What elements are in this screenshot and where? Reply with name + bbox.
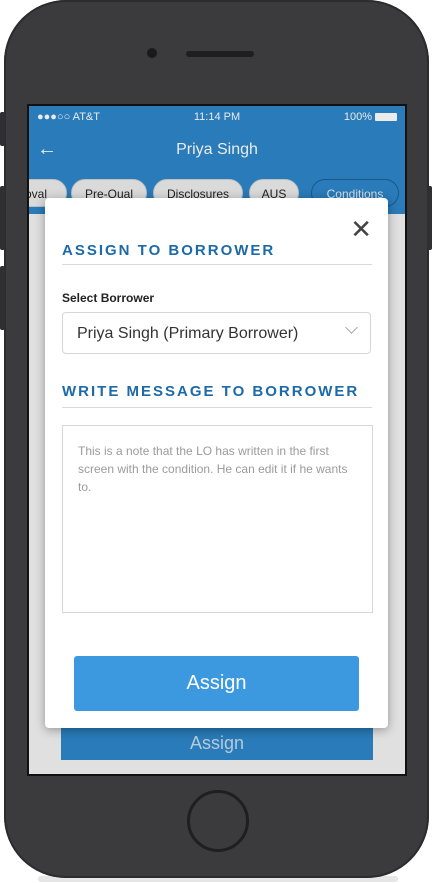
borrower-select[interactable]: Priya Singh (Primary Borrower) bbox=[62, 312, 371, 354]
volume-up-button bbox=[0, 186, 5, 250]
close-icon[interactable]: ✕ bbox=[350, 216, 372, 242]
earpiece-speaker bbox=[186, 51, 254, 57]
select-borrower-label: Select Borrower bbox=[62, 291, 155, 305]
assign-modal: ✕ ASSIGN TO BORROWER Select Borrower Pri… bbox=[45, 198, 388, 728]
selected-borrower: Priya Singh (Primary Borrower) bbox=[77, 325, 299, 342]
volume-down-button bbox=[0, 266, 5, 330]
divider bbox=[62, 407, 372, 408]
mute-switch bbox=[0, 112, 5, 146]
chevron-down-icon bbox=[345, 321, 358, 334]
power-button bbox=[427, 186, 432, 250]
assign-button[interactable]: Assign bbox=[74, 656, 359, 711]
assign-title: ASSIGN TO BORROWER bbox=[62, 242, 276, 259]
message-textarea[interactable]: This is a note that the LO has written i… bbox=[62, 425, 373, 613]
home-button[interactable] bbox=[187, 790, 249, 852]
front-camera bbox=[147, 48, 157, 58]
divider bbox=[62, 264, 372, 265]
message-title: WRITE MESSAGE TO BORROWER bbox=[62, 383, 360, 400]
